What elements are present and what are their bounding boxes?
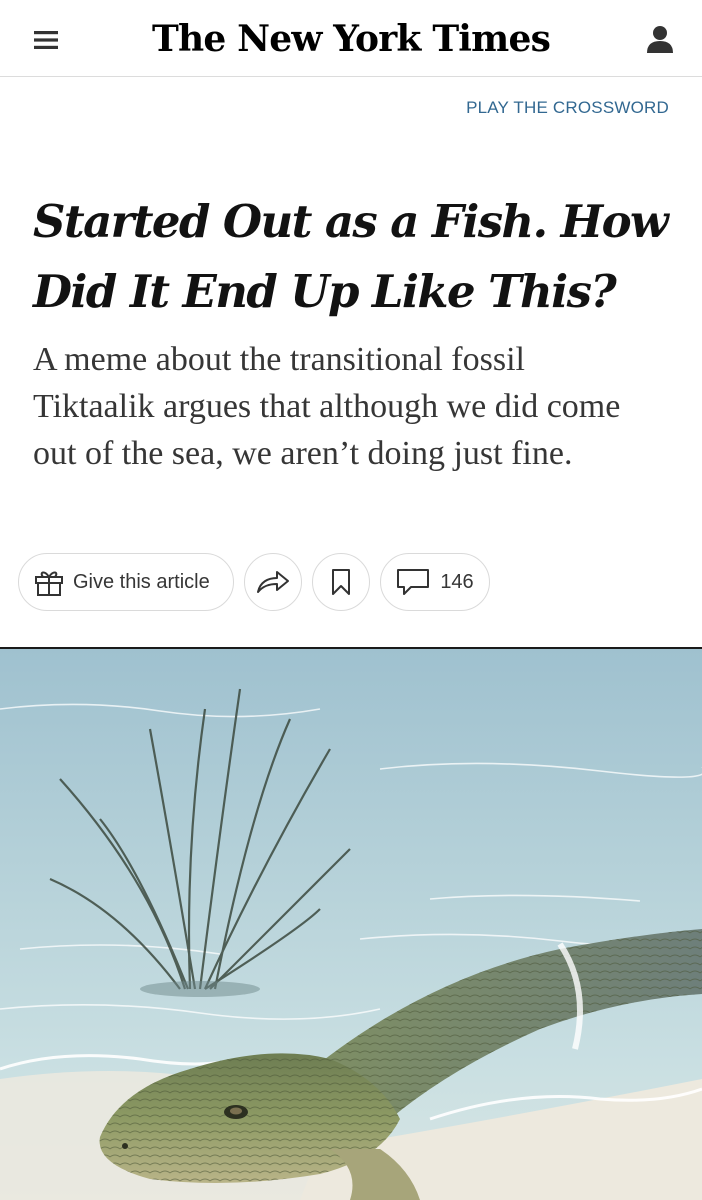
comment-bubble-icon — [396, 567, 430, 597]
share-button[interactable] — [244, 553, 302, 611]
play-crossword-link[interactable]: PLAY THE CROSSWORD — [466, 98, 669, 118]
user-account-icon — [647, 25, 673, 53]
top-navigation-bar: The New York Times — [0, 0, 702, 77]
article-action-bar: Give this article 146 — [18, 553, 490, 611]
account-button[interactable] — [632, 18, 688, 60]
give-article-label: Give this article — [73, 570, 210, 593]
hamburger-menu-icon — [34, 30, 58, 50]
tiktaalik-illustration — [0, 649, 702, 1200]
article-summary: A meme about the transitional fossil Tik… — [33, 341, 621, 472]
share-icon — [256, 569, 290, 595]
comments-count: 146 — [440, 570, 474, 593]
comments-button[interactable]: 146 — [380, 553, 490, 611]
article-headline: Started Out as a Fish. How Did It End Up… — [33, 195, 669, 318]
masthead-logo[interactable]: The New York Times — [120, 14, 582, 64]
bookmark-icon — [331, 568, 351, 596]
gift-icon — [33, 566, 65, 598]
save-button[interactable] — [312, 553, 370, 611]
give-article-button[interactable]: Give this article — [18, 553, 234, 611]
article-hero-image[interactable] — [0, 647, 702, 1200]
menu-button[interactable] — [20, 22, 72, 58]
